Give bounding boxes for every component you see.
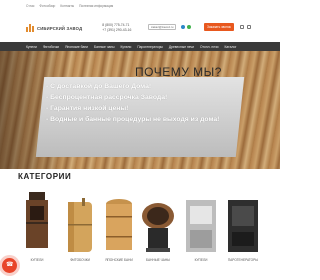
cart-icon[interactable] bbox=[247, 25, 251, 29]
hero-benefits-list: - С доставкой до Вашего Дома! - Беспроце… bbox=[46, 81, 219, 125]
social-links bbox=[181, 25, 191, 29]
category-card-kupeli[interactable]: КУПЕЛИ bbox=[22, 192, 52, 262]
top-link-photos[interactable]: Фотообзор bbox=[40, 4, 56, 8]
nav-item-japanese-baths[interactable]: Японские бани bbox=[65, 45, 88, 49]
nav-item-fitobochki[interactable]: Фитобочки bbox=[43, 45, 59, 49]
category-label-kupeli-2: КУПЕЛИ bbox=[194, 258, 208, 262]
category-card-bath-tubs[interactable]: БАННЫЕ ЧАНЫ bbox=[140, 200, 176, 262]
logo-icon bbox=[26, 24, 34, 32]
phone-number-2[interactable]: +7 (391) 290-43-16 bbox=[102, 28, 131, 33]
hero-benefit-low-price: - Гарантия низкой цены! bbox=[46, 105, 129, 112]
category-label-kupeli: КУПЕЛИ bbox=[30, 258, 44, 262]
nav-item-kupeli[interactable]: Купели bbox=[26, 45, 37, 49]
main-nav: Купели Фитобочки Японские бани Банные ча… bbox=[0, 42, 280, 51]
top-link-useful-info[interactable]: Полезная информация bbox=[79, 4, 113, 8]
nav-item-heating-stoves[interactable]: Отопл. печи bbox=[200, 45, 218, 49]
callback-button[interactable]: Заказать звонок bbox=[204, 23, 234, 31]
site-logo[interactable]: СИБИРСКИЙ ЗАВОД bbox=[26, 24, 82, 32]
hero-benefit-at-home: - Водные и банные процедуры не выходя из… bbox=[46, 116, 220, 123]
category-label-steam-generators: ПАРОГЕНЕРАТОРЫ bbox=[227, 258, 259, 262]
hero-benefit-installment: - Беспроцентная рассрочка Завода! bbox=[46, 94, 168, 101]
japanese-bath-image bbox=[106, 199, 132, 250]
hero-banner: ПОЧЕМУ МЫ? - С доставкой до Вашего Дома!… bbox=[0, 51, 280, 169]
top-link-about[interactable]: О нас bbox=[26, 4, 35, 8]
logo-text: СИБИРСКИЙ ЗАВОД bbox=[37, 25, 83, 31]
category-card-japanese-baths[interactable]: ЯПОНСКИЕ БАНИ bbox=[104, 196, 134, 262]
category-label-fitobochki: ФИТОБОЧКИ bbox=[70, 258, 90, 262]
category-label-bath-tubs: БАННЫЕ ЧАНЫ bbox=[146, 258, 170, 262]
email-address[interactable]: zakaz@zavod.ru bbox=[148, 24, 176, 30]
floating-call-button[interactable]: ☎ bbox=[2, 258, 17, 273]
phone-icon: ☎ bbox=[6, 262, 14, 268]
whatsapp-icon[interactable] bbox=[187, 25, 191, 29]
nav-item-catalog[interactable]: Каталог bbox=[225, 45, 237, 49]
telegram-icon[interactable] bbox=[181, 25, 185, 29]
nav-item-wood-stoves[interactable]: Древесные печи bbox=[169, 45, 194, 49]
category-label-japanese-baths: ЯПОНСКИЕ БАНИ bbox=[105, 258, 133, 262]
plunge-pool-image bbox=[186, 200, 216, 252]
top-link-contacts[interactable]: Контакты bbox=[60, 4, 74, 8]
category-card-kupeli-2[interactable]: КУПЕЛИ bbox=[184, 200, 218, 262]
phone-numbers: 8 (800) 775-74-71 +7 (391) 290-43-16 bbox=[102, 23, 131, 33]
search-icon[interactable] bbox=[240, 25, 244, 29]
site-header: СИБИРСКИЙ ЗАВОД 8 (800) 775-74-71 +7 (39… bbox=[0, 12, 280, 44]
category-card-fitobochki[interactable]: ФИТОБОЧКИ bbox=[66, 198, 94, 262]
hot-tub-image bbox=[26, 192, 48, 248]
barrel-sauna-image bbox=[68, 198, 92, 252]
nav-item-bath-tubs[interactable]: Банные чаны bbox=[94, 45, 115, 49]
top-links-bar: О нас Фотообзор Контакты Полезная информ… bbox=[0, 0, 280, 12]
categories-grid: КУПЕЛИ ФИТОБОЧКИ ЯПОНСКИЕ БАНИ БАННЫЕ ЧА… bbox=[0, 192, 280, 264]
nav-item-steam-generators[interactable]: Парогенераторы bbox=[137, 45, 163, 49]
header-icons bbox=[240, 25, 251, 29]
hero-benefit-delivery: - С доставкой до Вашего Дома! bbox=[46, 83, 152, 90]
steam-generator-image bbox=[228, 200, 258, 252]
nav-item-kupeli-2[interactable]: Купели bbox=[120, 45, 131, 49]
bath-vat-image bbox=[142, 203, 174, 252]
category-card-steam-generators[interactable]: ПАРОГЕНЕРАТОРЫ bbox=[226, 200, 260, 262]
categories-title: КАТЕГОРИИ bbox=[18, 172, 72, 181]
